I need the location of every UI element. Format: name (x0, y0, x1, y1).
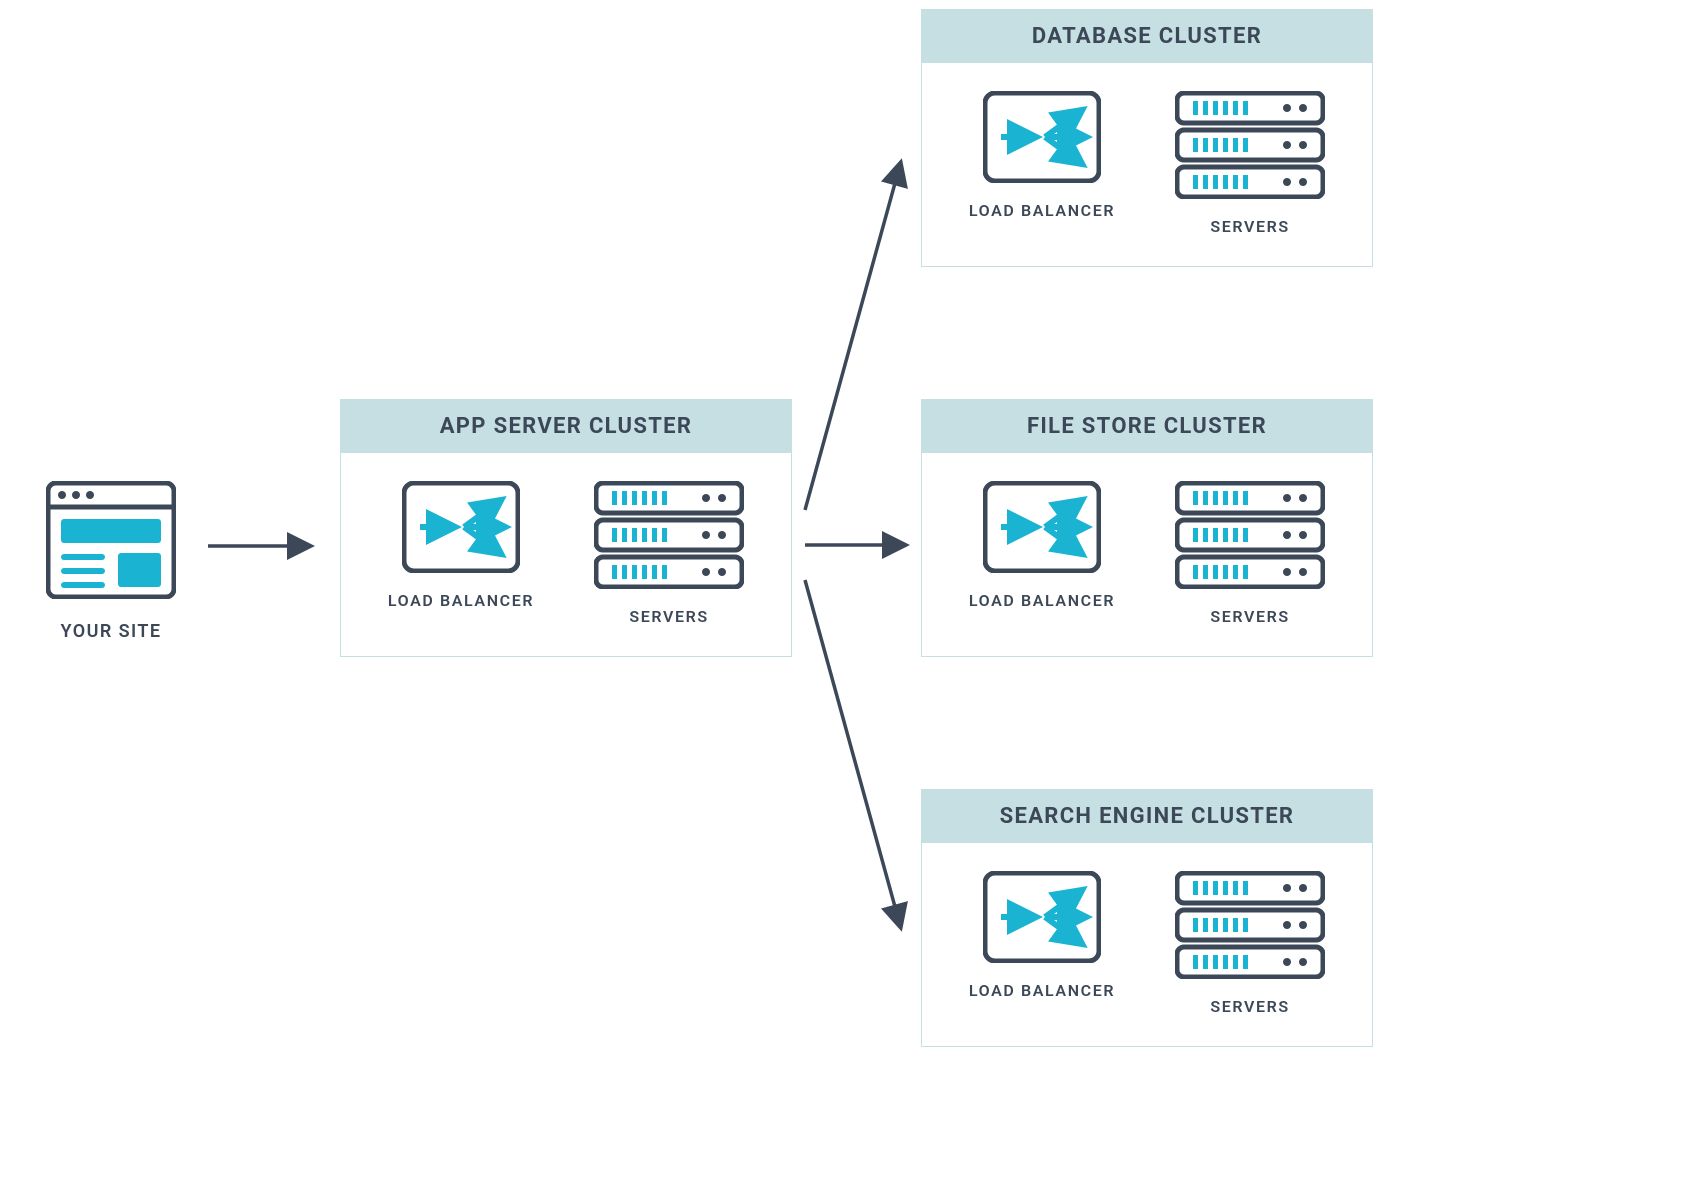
your-site: YOUR SITE (46, 481, 176, 642)
lb-label: LOAD BALANCER (969, 201, 1115, 220)
load-balancer-icon (402, 481, 520, 573)
servers-icon (1175, 91, 1325, 199)
srv-label: SERVERS (1210, 217, 1289, 236)
lb-label: LOAD BALANCER (969, 591, 1115, 610)
load-balancer-icon (983, 481, 1101, 573)
load-balancer-icon (983, 871, 1101, 963)
load-balancer: LOAD BALANCER (969, 481, 1115, 626)
srv-label: SERVERS (629, 607, 708, 626)
file-store-cluster: FILE STORE CLUSTER LOAD BALANCER SERVERS (921, 399, 1373, 657)
servers: SERVERS (1175, 871, 1325, 1016)
servers: SERVERS (1175, 481, 1325, 626)
cluster-body: LOAD BALANCER (341, 453, 791, 656)
srv-label: SERVERS (1210, 607, 1289, 626)
load-balancer: LOAD BALANCER (388, 481, 534, 626)
lb-label: LOAD BALANCER (969, 981, 1115, 1000)
arrow-site-to-app (208, 538, 320, 554)
cluster-title: DATABASE CLUSTER (922, 10, 1372, 63)
srv-label: SERVERS (1210, 997, 1289, 1016)
load-balancer-icon (983, 91, 1101, 183)
servers: SERVERS (594, 481, 744, 626)
database-cluster: DATABASE CLUSTER LOAD BALANCER SERVERS (921, 9, 1373, 267)
your-site-label: YOUR SITE (60, 621, 161, 642)
architecture-diagram: YOUR SITE APP SERVER CLUSTER (0, 0, 1700, 1201)
lb-label: LOAD BALANCER (388, 591, 534, 610)
cluster-title: FILE STORE CLUSTER (922, 400, 1372, 453)
app-server-cluster: APP SERVER CLUSTER LOAD BALANCER (340, 399, 792, 657)
fanout-arrows (805, 155, 915, 935)
servers-icon (1175, 481, 1325, 589)
load-balancer: LOAD BALANCER (969, 91, 1115, 236)
cluster-title: SEARCH ENGINE CLUSTER (922, 790, 1372, 843)
servers: SERVERS (1175, 91, 1325, 236)
browser-icon (46, 481, 176, 599)
search-engine-cluster: SEARCH ENGINE CLUSTER LOAD BALANCER SERV… (921, 789, 1373, 1047)
servers-icon (594, 481, 744, 589)
cluster-title: APP SERVER CLUSTER (341, 400, 791, 453)
load-balancer: LOAD BALANCER (969, 871, 1115, 1016)
servers-icon (1175, 871, 1325, 979)
